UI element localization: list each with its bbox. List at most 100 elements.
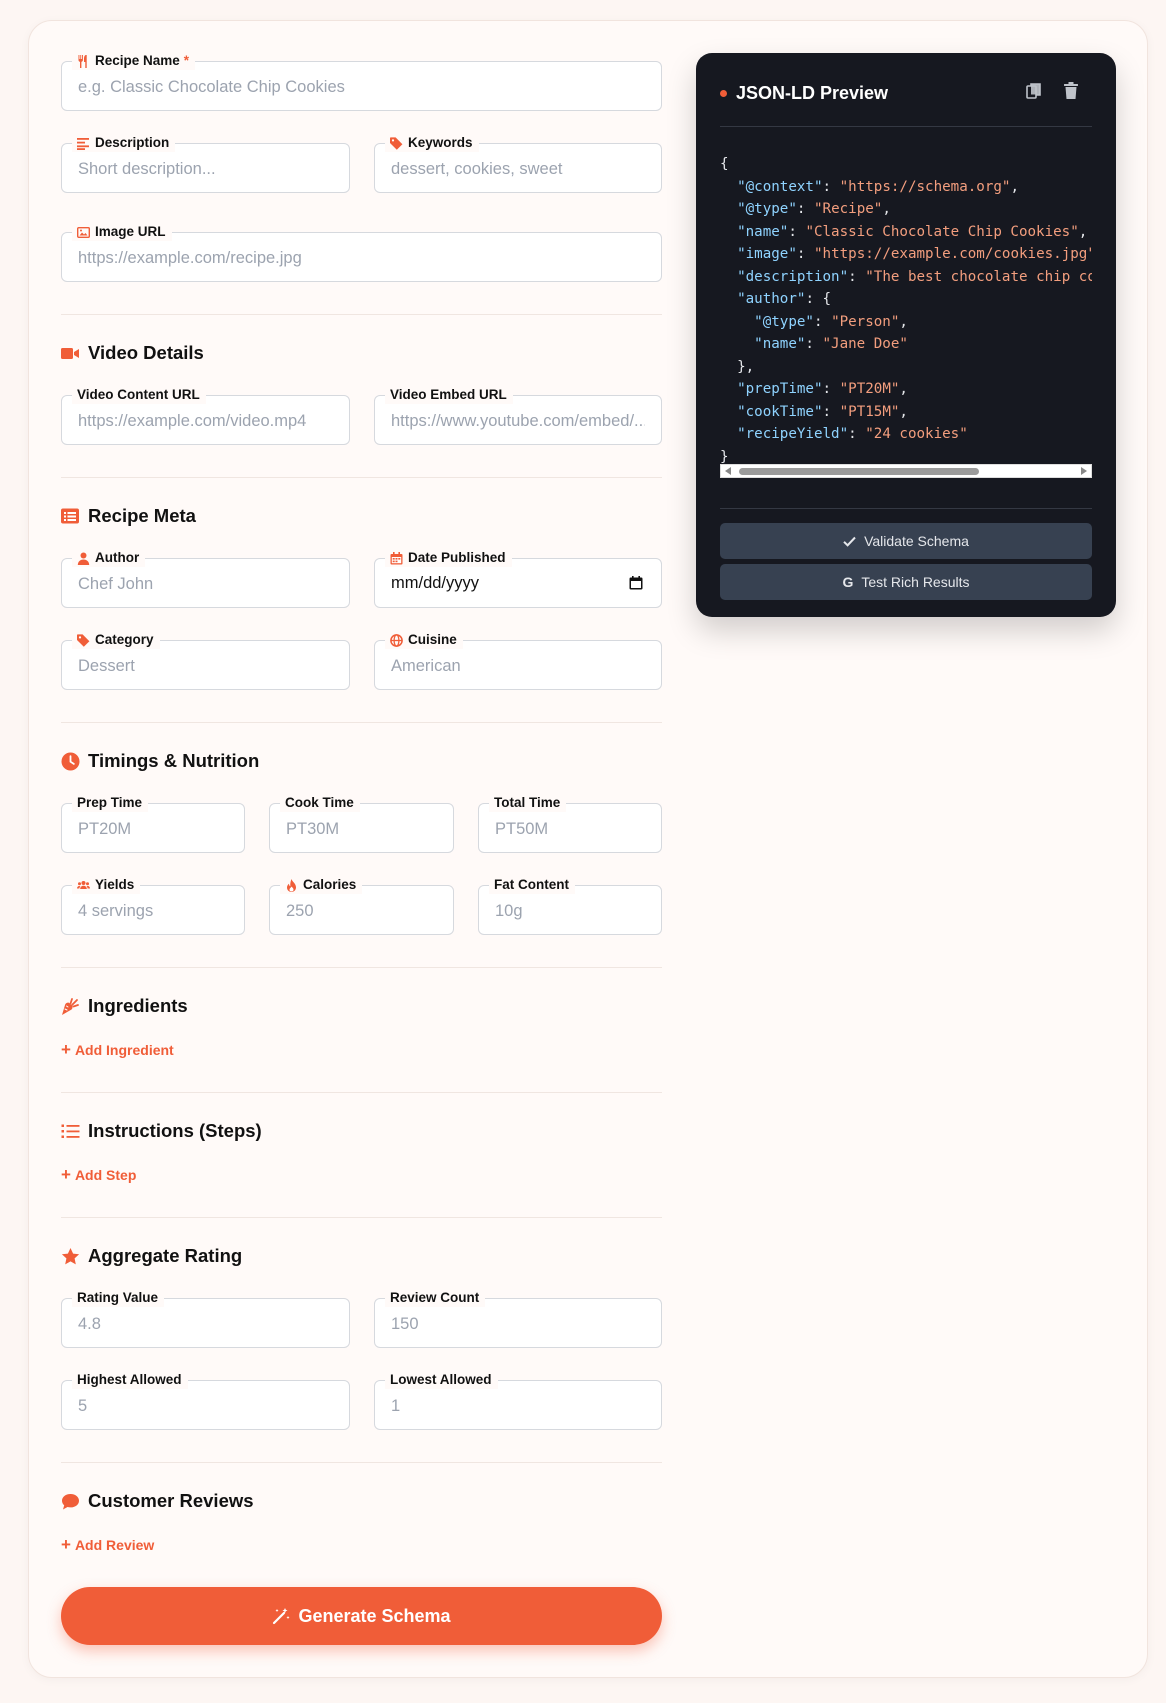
code-punct: :	[788, 223, 806, 240]
date-picker-icon[interactable]	[629, 576, 643, 590]
code-punct: ,	[899, 403, 908, 420]
fat-content-field[interactable]: Fat Content	[478, 876, 662, 935]
code-string: "The best chocolate chip cookies"	[865, 268, 1092, 285]
add-step-button[interactable]: + Add Step	[61, 1166, 136, 1183]
recipe-name-input[interactable]	[62, 62, 661, 110]
code-punct: },	[720, 358, 755, 375]
generate-schema-button[interactable]: Generate Schema	[61, 1587, 662, 1645]
google-icon: G	[842, 574, 854, 590]
total-time-input[interactable]	[479, 804, 661, 852]
horizontal-scrollbar[interactable]	[720, 464, 1092, 478]
image-url-field[interactable]: Image URL	[61, 223, 662, 282]
recipe-meta-title: Recipe Meta	[61, 505, 196, 527]
plus-icon: +	[61, 1535, 71, 1554]
cuisine-input[interactable]	[375, 641, 661, 689]
scroll-left-icon[interactable]	[725, 467, 731, 475]
review-count-field[interactable]: Review Count	[374, 1289, 662, 1348]
code-punct	[720, 224, 737, 240]
add-ingredient-button[interactable]: + Add Ingredient	[61, 1040, 174, 1059]
preview-divider	[720, 126, 1092, 127]
code-key: "description"	[737, 268, 849, 285]
description-field[interactable]: Description	[61, 134, 350, 193]
trash-icon[interactable]	[1064, 82, 1080, 100]
scroll-right-icon[interactable]	[1081, 467, 1087, 475]
lowest-allowed-field[interactable]: Lowest Allowed	[374, 1371, 662, 1430]
review-count-input[interactable]	[375, 1299, 661, 1347]
code-key: "@type"	[737, 201, 797, 217]
plus-icon: +	[61, 1040, 71, 1059]
code-punct	[720, 381, 737, 397]
date-published-value[interactable]: mm/dd/yyyy	[391, 574, 479, 593]
code-key: "cookTime"	[737, 403, 823, 420]
keywords-field[interactable]: Keywords	[374, 134, 662, 193]
total-time-field[interactable]: Total Time	[478, 794, 662, 853]
video-embed-url-field[interactable]: Video Embed URL	[374, 386, 662, 445]
highest-allowed-input[interactable]	[62, 1381, 349, 1429]
video-embed-url-input[interactable]	[375, 396, 661, 444]
code-punct: ,	[1010, 178, 1019, 195]
code-punct: : {	[805, 291, 832, 307]
author-input[interactable]	[62, 559, 349, 607]
prep-time-field[interactable]: Prep Time	[61, 794, 245, 853]
code-punct: :	[822, 381, 840, 397]
author-field[interactable]: Author	[61, 549, 350, 608]
code-punct: :	[848, 426, 866, 442]
code-string: "PT15M"	[839, 403, 900, 420]
lowest-allowed-input[interactable]	[375, 1381, 661, 1429]
rating-value-field[interactable]: Rating Value	[61, 1289, 350, 1348]
code-key: "prepTime"	[737, 381, 823, 397]
description-input[interactable]	[62, 144, 349, 192]
section-divider	[61, 1217, 662, 1218]
keywords-input[interactable]	[375, 144, 661, 192]
code-string: "Person"	[831, 313, 900, 330]
code-line: "description": "The best chocolate chip …	[720, 266, 1092, 289]
image-url-input[interactable]	[62, 233, 661, 281]
yields-field[interactable]: Yields	[61, 876, 245, 935]
recipe-name-field[interactable]: Recipe Name *	[61, 52, 662, 111]
copy-icon[interactable]	[1026, 82, 1042, 100]
video-content-url-input[interactable]	[62, 396, 349, 444]
section-divider	[61, 722, 662, 723]
cuisine-field[interactable]: Cuisine	[374, 631, 662, 690]
json-code-block: { "@context": "https://schema.org", "@ty…	[720, 153, 1092, 471]
validate-schema-button[interactable]: Validate Schema	[720, 523, 1092, 559]
section-divider	[61, 314, 662, 315]
code-line: },	[720, 356, 1092, 379]
calories-input[interactable]	[270, 886, 453, 934]
aggregate-rating-title: Aggregate Rating	[61, 1245, 242, 1267]
yields-input[interactable]	[62, 886, 244, 934]
prep-time-input[interactable]	[62, 804, 244, 852]
code-punct: :	[805, 336, 823, 352]
date-published-field[interactable]: Date Published mm/dd/yyyy	[374, 549, 662, 608]
code-punct	[720, 201, 737, 217]
date-published-label: Date Published	[385, 549, 512, 567]
add-review-button[interactable]: + Add Review	[61, 1535, 154, 1554]
code-line: "image": "https://example.com/cookies.jp…	[720, 243, 1092, 266]
status-dot	[720, 90, 727, 97]
code-key: "@type"	[754, 313, 814, 330]
code-key: "author"	[737, 291, 806, 307]
rating-value-input[interactable]	[62, 1299, 349, 1347]
category-input[interactable]	[62, 641, 349, 689]
video-content-url-field[interactable]: Video Content URL	[61, 386, 350, 445]
category-field[interactable]: Category	[61, 631, 350, 690]
code-punct	[720, 404, 737, 420]
test-rich-results-button[interactable]: G Test Rich Results	[720, 564, 1092, 600]
cook-time-input[interactable]	[270, 804, 453, 852]
scrollbar-thumb[interactable]	[739, 468, 979, 475]
video-camera-icon	[61, 347, 79, 359]
section-divider	[61, 967, 662, 968]
code-punct: ,	[1078, 223, 1088, 240]
section-divider	[61, 1462, 662, 1463]
fat-content-input[interactable]	[479, 886, 661, 934]
code-key: "name"	[737, 223, 789, 240]
code-key: "@context"	[737, 178, 823, 195]
cook-time-field[interactable]: Cook Time	[269, 794, 454, 853]
code-punct	[720, 426, 737, 442]
code-key: "image"	[737, 246, 797, 262]
calories-field[interactable]: Calories	[269, 876, 454, 935]
code-line: "name": "Jane Doe"	[720, 333, 1092, 356]
ingredients-title: Ingredients	[61, 995, 188, 1017]
highest-allowed-field[interactable]: Highest Allowed	[61, 1371, 350, 1430]
customer-reviews-title: Customer Reviews	[61, 1490, 254, 1512]
